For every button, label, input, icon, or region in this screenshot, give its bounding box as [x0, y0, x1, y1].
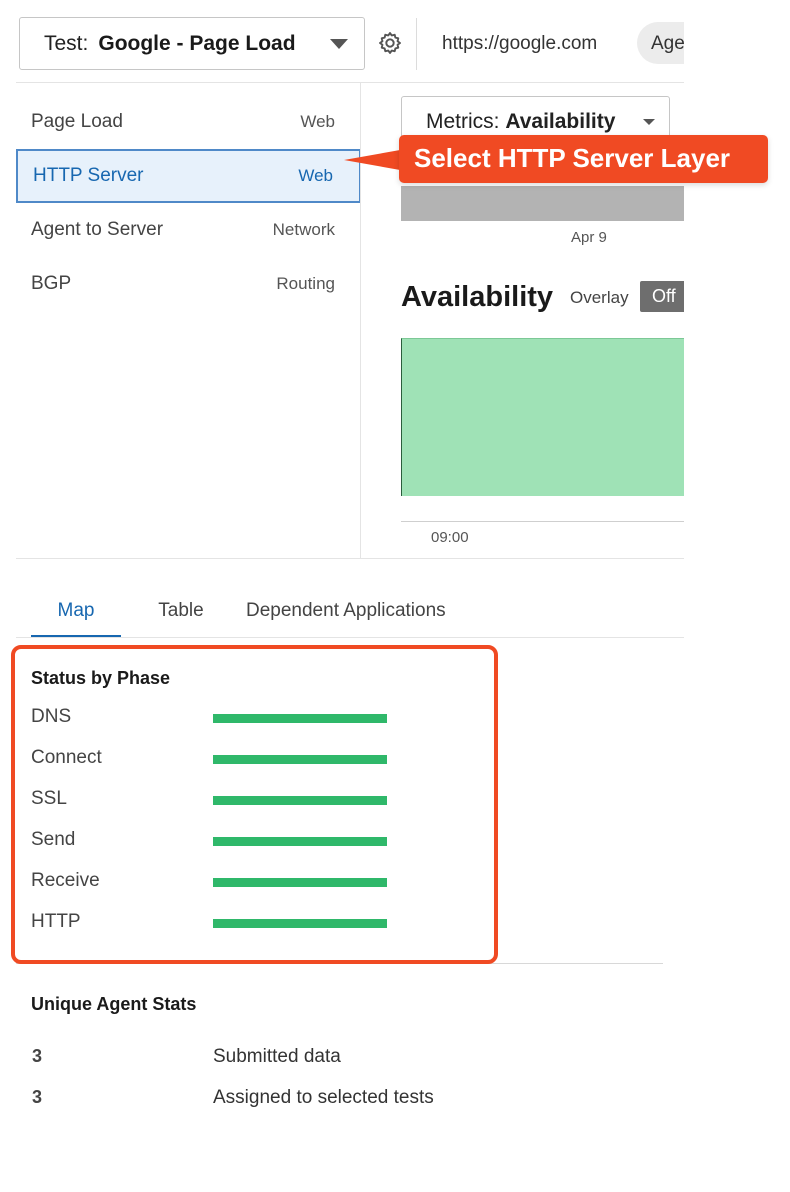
layer-item-label: Page Load	[31, 111, 123, 132]
chevron-down-icon	[330, 39, 348, 49]
overlay-off-toggle[interactable]: Off	[640, 281, 684, 312]
chevron-down-icon	[643, 119, 655, 125]
agents-filter-pill[interactable]: Agents	[637, 22, 684, 64]
availability-title: Availability	[401, 281, 554, 313]
test-selector[interactable]: Test: Google - Page Load	[19, 17, 365, 70]
layer-item-type: Web	[300, 112, 335, 131]
timeline-bar[interactable]	[401, 186, 684, 221]
unique-agent-stats-title: Unique Agent Stats	[31, 994, 197, 1014]
header-divider	[16, 82, 684, 83]
timeline-date-label: Apr 9	[571, 229, 607, 246]
tab-table[interactable]: Table	[126, 585, 236, 638]
tab-map[interactable]: Map	[31, 585, 121, 638]
stat-row-assigned: 3 Assigned to selected tests	[31, 1087, 471, 1113]
test-selector-value: Google - Page Load	[98, 31, 296, 55]
stat-label: Submitted data	[213, 1046, 341, 1067]
tabs-divider	[16, 637, 684, 638]
layer-item-label: HTTP Server	[33, 165, 144, 186]
annotation-highlight-box	[11, 645, 498, 964]
chart-time-label: 09:00	[431, 529, 469, 546]
layer-item-agent-to-server[interactable]: Agent to Server Network	[16, 203, 361, 257]
metrics-selector-prefix: Metrics:	[426, 110, 500, 133]
test-url: https://google.com	[442, 33, 598, 54]
layer-item-label: Agent to Server	[31, 219, 164, 240]
metrics-selector-value: Availability	[505, 110, 616, 133]
stat-count: 3	[32, 1046, 43, 1066]
annotation-callout: Select HTTP Server Layer	[399, 135, 768, 183]
layer-item-type: Routing	[276, 274, 335, 293]
view-tabs: Map Table Dependent Applications	[31, 585, 446, 638]
layer-item-http-server[interactable]: HTTP Server Web	[16, 149, 361, 203]
tab-dependent-applications[interactable]: Dependent Applications	[246, 585, 446, 638]
layer-list: Page Load Web HTTP Server Web Agent to S…	[16, 95, 361, 311]
stat-count: 3	[32, 1087, 43, 1107]
test-selector-prefix: Test:	[44, 31, 89, 55]
gear-icon[interactable]	[377, 30, 403, 56]
section-divider	[16, 558, 684, 559]
toolbar-divider	[416, 18, 417, 70]
layer-item-bgp[interactable]: BGP Routing	[16, 257, 361, 311]
overlay-label: Overlay	[570, 288, 629, 307]
layer-item-type: Web	[298, 166, 333, 185]
chart-x-axis	[401, 521, 684, 522]
callout-arrow	[344, 150, 400, 170]
stat-label: Assigned to selected tests	[213, 1087, 434, 1108]
stat-row-submitted: 3 Submitted data	[31, 1046, 471, 1072]
availability-chart-area[interactable]	[401, 338, 684, 496]
layer-item-label: BGP	[31, 273, 72, 294]
layer-item-page-load[interactable]: Page Load Web	[16, 95, 361, 149]
layer-item-type: Network	[272, 220, 335, 239]
